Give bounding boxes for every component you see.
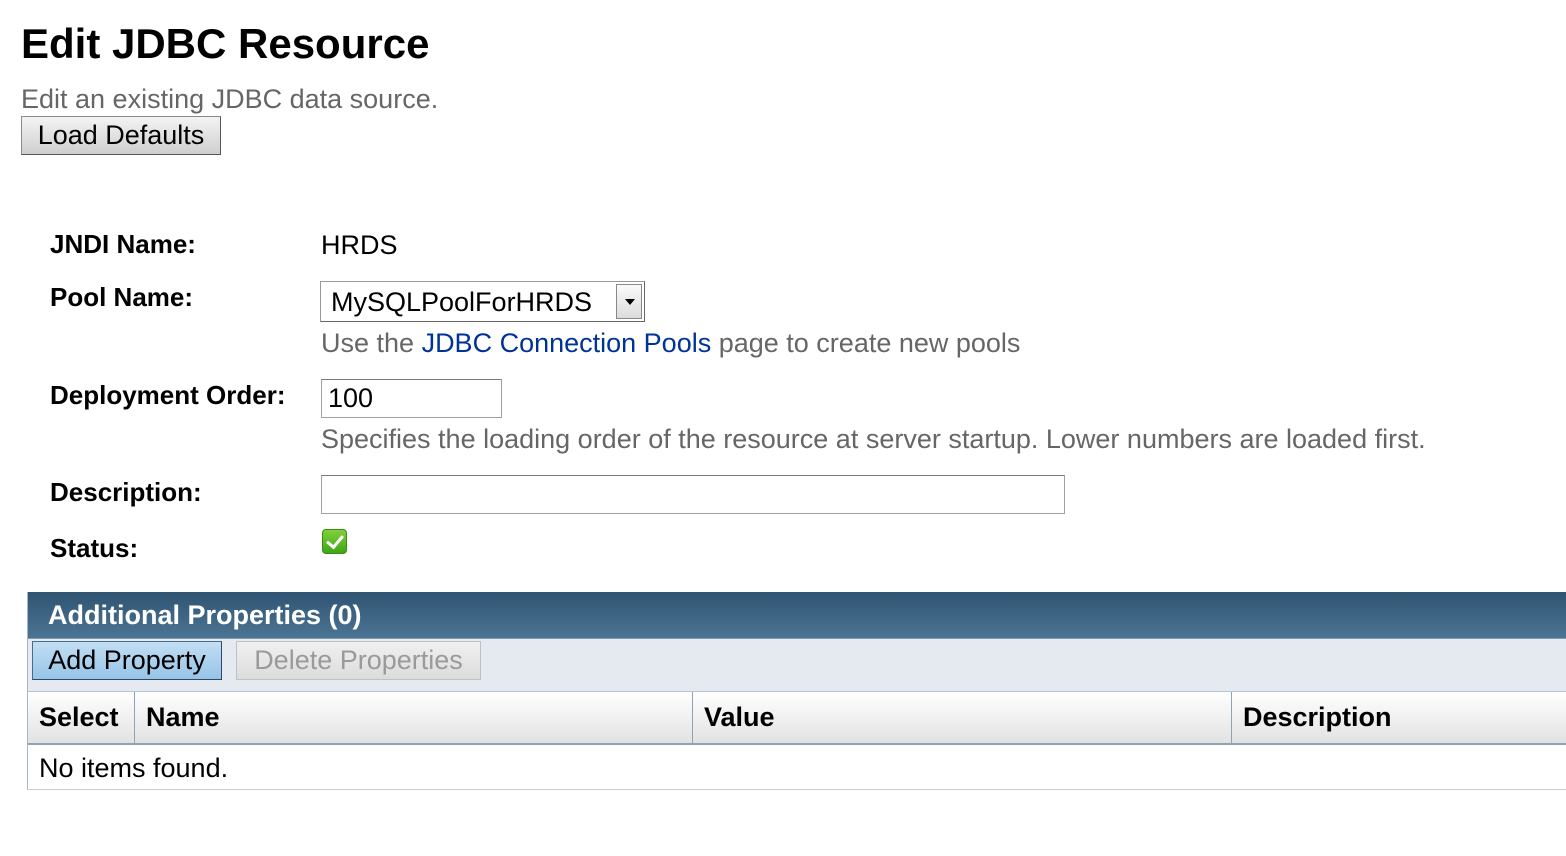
jdbc-connection-pools-link[interactable]: JDBC Connection Pools [422, 328, 712, 358]
table-title-bar: Additional Properties (0) [28, 592, 1566, 640]
jndi-name-value: HRDS [321, 230, 398, 260]
empty-table-message: No items found. [39, 753, 229, 783]
pool-help-suffix: page to create new pools [711, 328, 1021, 358]
table-header-row: Select Name Value Description [28, 692, 1566, 745]
pool-name-select[interactable]: MySQLPoolForHRDS [320, 281, 645, 322]
chevron-down-icon[interactable] [616, 284, 642, 319]
column-header-value[interactable]: Value [693, 692, 1232, 743]
status-enabled-checkbox[interactable] [322, 529, 347, 554]
pool-help-prefix: Use the [321, 328, 422, 358]
column-header-name[interactable]: Name [135, 692, 693, 743]
deployment-order-input[interactable] [321, 379, 502, 418]
page-title: Edit JDBC Resource [21, 20, 430, 67]
pool-name-selected-value: MySQLPoolForHRDS [331, 287, 593, 317]
delete-properties-button: Delete Properties [236, 641, 481, 680]
column-header-select[interactable]: Select [28, 692, 135, 743]
page-help-text: Edit an existing JDBC data source. [21, 84, 439, 114]
additional-properties-table: Additional Properties (0) Add Property D… [27, 592, 1566, 790]
pool-name-label: Pool Name: [50, 282, 194, 312]
status-label: Status: [50, 533, 139, 563]
load-defaults-button[interactable]: Load Defaults [21, 116, 221, 155]
description-input[interactable] [321, 475, 1065, 514]
add-property-button[interactable]: Add Property [32, 641, 222, 680]
deployment-order-label: Deployment Order: [50, 380, 286, 410]
deployment-order-help: Specifies the loading order of the resou… [321, 424, 1426, 454]
jndi-name-label: JNDI Name: [50, 229, 196, 259]
table-actions-bar: Add Property Delete Properties [28, 639, 1566, 692]
table-title: Additional Properties (0) [48, 600, 362, 630]
edit-jdbc-resource-page: Edit JDBC Resource Edit an existing JDBC… [0, 0, 1566, 856]
column-header-description[interactable]: Description [1232, 692, 1566, 743]
pool-name-help: Use the JDBC Connection Pools page to cr… [321, 327, 1020, 359]
description-label: Description: [50, 477, 202, 507]
